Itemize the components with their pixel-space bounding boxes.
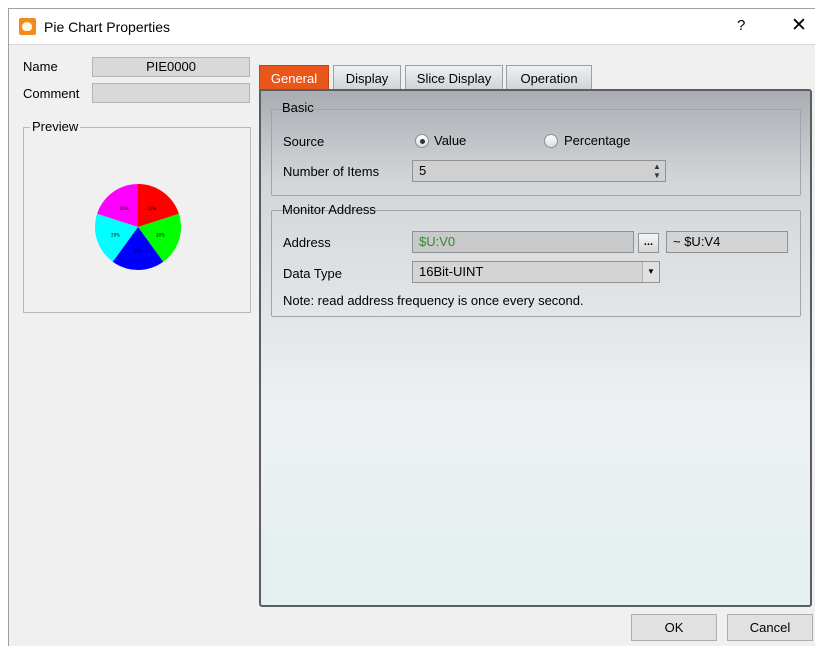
spin-up-icon[interactable]: ▲	[652, 162, 662, 171]
cancel-button[interactable]: Cancel	[727, 614, 813, 641]
preview-label: Preview	[30, 119, 81, 134]
spin-down-icon[interactable]: ▼	[652, 171, 662, 180]
window-title: Pie Chart Properties	[44, 19, 171, 35]
data-type-label: Data Type	[283, 266, 343, 281]
pie-slice-label: 20%	[111, 232, 120, 237]
tab-operation[interactable]: Operation	[506, 65, 592, 90]
source-value-radio[interactable]	[415, 134, 429, 148]
tab-slice-display[interactable]: Slice Display	[405, 65, 503, 90]
help-button[interactable]: ?	[737, 17, 745, 34]
dialog-window: Pie Chart Properties ? ✕ Name PIE0000 Co…	[8, 8, 815, 646]
monitor-group-title: Monitor Address	[282, 202, 376, 217]
pie-slice-label: 20%	[120, 206, 129, 211]
name-label: Name	[23, 59, 58, 74]
address-end-field: ~ $U:V4	[666, 231, 788, 253]
spin-buttons[interactable]: ▲ ▼	[652, 162, 662, 180]
address-label: Address	[283, 235, 331, 250]
data-type-value: 16Bit-UINT	[419, 264, 484, 279]
data-type-select[interactable]: 16Bit-UINT ▼	[412, 261, 660, 283]
browse-address-button[interactable]: ...	[638, 233, 659, 253]
address-input[interactable]: $U:V0	[412, 231, 634, 253]
pie-slice-label: 20%	[134, 249, 143, 254]
chevron-down-icon[interactable]: ▼	[642, 262, 659, 282]
pie-slice-label: 20%	[147, 206, 156, 211]
ok-button[interactable]: OK	[631, 614, 717, 641]
comment-field[interactable]	[92, 83, 250, 103]
title-bar: Pie Chart Properties ? ✕	[9, 9, 815, 45]
basic-group	[271, 109, 801, 196]
pie-slice-label: 20%	[156, 232, 165, 237]
preview-group: 20% 20% 20% 20% 20%	[23, 127, 251, 313]
source-percentage-radio[interactable]	[544, 134, 558, 148]
comment-label: Comment	[23, 86, 80, 101]
frequency-note: Note: read address frequency is once eve…	[283, 293, 584, 308]
source-label: Source	[283, 134, 325, 149]
items-value: 5	[419, 163, 427, 178]
tab-general[interactable]: General	[259, 65, 329, 91]
items-label: Number of Items	[283, 164, 380, 179]
close-icon[interactable]: ✕	[791, 14, 807, 36]
general-tab-panel: Basic Source Value Percentage Number of …	[259, 89, 812, 607]
preview-pie-chart: 20% 20% 20% 20% 20%	[95, 184, 181, 270]
number-of-items-stepper[interactable]: 5 ▲ ▼	[412, 160, 666, 182]
basic-group-title: Basic	[282, 100, 314, 115]
source-value-label: Value	[434, 133, 467, 148]
tab-display[interactable]: Display	[333, 65, 401, 90]
source-percentage-label: Percentage	[564, 133, 631, 148]
name-field[interactable]: PIE0000	[92, 57, 250, 77]
app-icon	[19, 18, 36, 35]
